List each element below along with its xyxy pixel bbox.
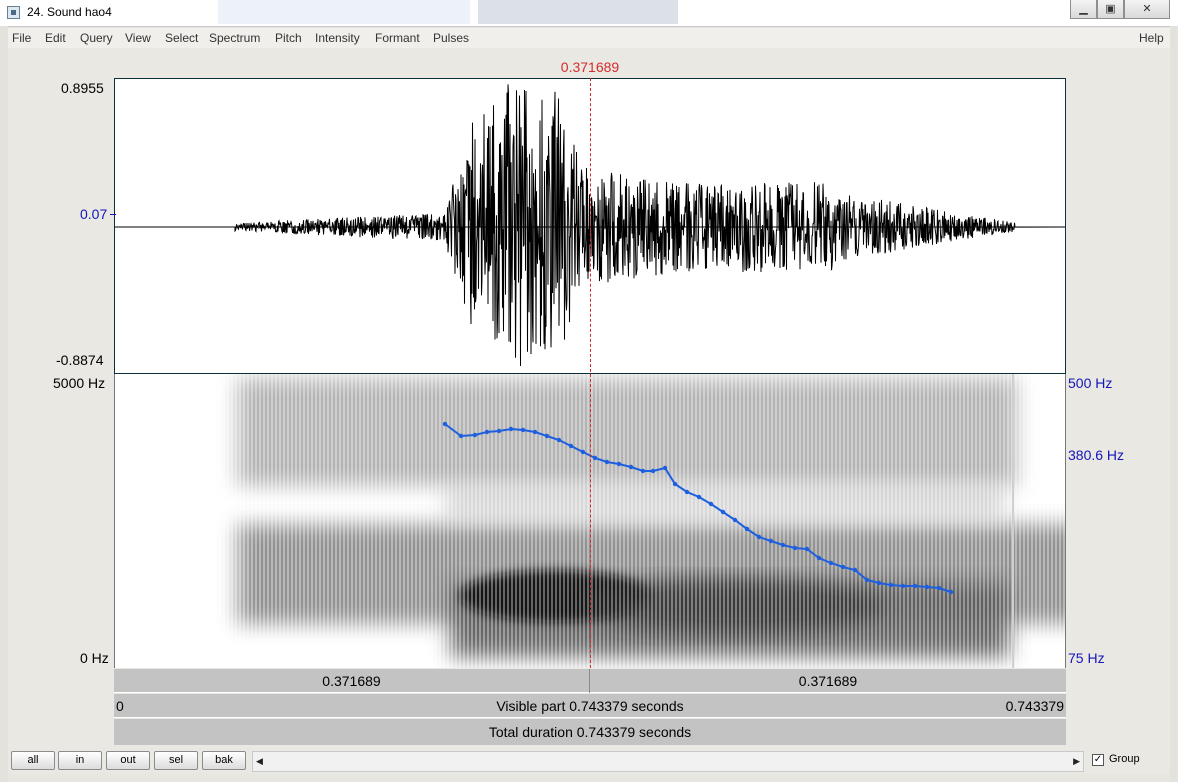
- group-checkbox[interactable]: ✓: [1092, 754, 1104, 766]
- cursor-time-label: 0.371689: [560, 59, 620, 75]
- group-label: Group: [1109, 753, 1140, 765]
- pitch-point: [672, 481, 678, 487]
- pitch-point: [532, 429, 538, 435]
- pitch-point: [662, 465, 668, 471]
- minimize-icon[interactable]: ▁: [1070, 0, 1097, 19]
- pitch-cursor-label: 380.6 Hz: [1068, 447, 1125, 463]
- pitch-point: [888, 582, 894, 588]
- app-icon: [7, 6, 20, 19]
- pitch-point: [496, 428, 502, 434]
- scroll-left-icon[interactable]: ◀: [256, 756, 263, 767]
- spectrogram-top-label: 5000 Hz: [53, 375, 106, 391]
- bottom-toolbar: all in out sel bak ◀ ▶ ✓ Group: [8, 748, 1170, 774]
- pitch-point: [604, 459, 610, 465]
- zoom-back-button[interactable]: bak: [202, 751, 246, 770]
- menu-pitch[interactable]: Pitch: [275, 31, 302, 45]
- pitch-bottom-label: 75 Hz: [1068, 650, 1105, 666]
- pitch-point: [472, 432, 478, 438]
- zoom-in-button[interactable]: in: [58, 751, 102, 770]
- zoom-out-button[interactable]: out: [106, 751, 150, 770]
- background-window-ghost: [478, 0, 678, 24]
- pitch-top-label: 500 Hz: [1068, 375, 1113, 391]
- pitch-point: [544, 433, 550, 439]
- pitch-point: [650, 468, 656, 474]
- pitch-point: [708, 501, 714, 507]
- pitch-point: [640, 468, 646, 474]
- pitch-point: [616, 461, 622, 467]
- pitch-point: [458, 433, 464, 439]
- zoom-selection-button[interactable]: sel: [154, 751, 198, 770]
- menu-view[interactable]: View: [125, 31, 151, 45]
- pitch-point: [756, 534, 762, 540]
- waveform-max-label: 0.8955: [61, 80, 104, 96]
- waveform-mid-tick: [110, 214, 116, 215]
- window-title: 24. Sound hao4: [27, 5, 112, 19]
- visible-part-text[interactable]: Visible part 0.743379 seconds: [114, 694, 1066, 718]
- pitch-point: [840, 564, 846, 570]
- pitch-point: [828, 560, 834, 566]
- pitch-point: [912, 583, 918, 589]
- background-window-ghost: [218, 0, 470, 24]
- pitch-point: [484, 429, 490, 435]
- menu-formant[interactable]: Formant: [375, 31, 420, 45]
- pitch-point: [628, 464, 634, 470]
- pitch-point: [508, 426, 514, 432]
- pitch-point: [580, 449, 586, 455]
- pitch-point: [592, 455, 598, 461]
- pitch-point: [864, 577, 870, 583]
- total-duration-text[interactable]: Total duration 0.743379 seconds: [114, 720, 1066, 744]
- selection-bar[interactable]: 0.371689 0.371689: [114, 669, 1066, 693]
- pitch-point: [876, 580, 882, 586]
- pitch-point: [804, 546, 810, 552]
- pitch-point: [948, 589, 954, 595]
- menu-intensity[interactable]: Intensity: [315, 31, 360, 45]
- right-part-duration[interactable]: 0.371689: [590, 669, 1066, 693]
- window-frame-left: [0, 26, 8, 782]
- zoom-all-button[interactable]: all: [11, 751, 55, 770]
- pitch-point: [744, 526, 750, 532]
- pitch-point: [720, 509, 726, 515]
- left-part-duration[interactable]: 0.371689: [114, 669, 589, 693]
- pitch-point: [568, 443, 574, 449]
- menu-help[interactable]: Help: [1139, 31, 1164, 45]
- pitch-point: [924, 584, 930, 590]
- menu-select[interactable]: Select: [165, 31, 198, 45]
- window-controls: ▁ ▣ ✕: [1070, 0, 1170, 19]
- menu-query[interactable]: Query: [80, 31, 113, 45]
- pitch-point: [792, 545, 798, 551]
- visible-part-bar[interactable]: 0 Visible part 0.743379 seconds 0.743379: [114, 694, 1066, 718]
- waveform-mid-label: 0.07: [80, 206, 108, 222]
- spectrogram-bottom-label: 0 Hz: [80, 650, 109, 666]
- close-icon[interactable]: ✕: [1124, 0, 1170, 19]
- pitch-point: [852, 567, 858, 573]
- menu-pulses[interactable]: Pulses: [433, 31, 469, 45]
- time-scrollbar[interactable]: ◀ ▶: [252, 751, 1084, 772]
- maximize-icon[interactable]: ▣: [1097, 0, 1124, 19]
- cursor-line: [590, 78, 591, 668]
- pitch-point: [900, 583, 906, 589]
- pitch-point: [520, 427, 526, 433]
- menu-file[interactable]: File: [12, 31, 31, 45]
- pitch-point: [780, 542, 786, 548]
- scroll-right-icon[interactable]: ▶: [1073, 756, 1080, 767]
- pitch-point: [556, 437, 562, 443]
- window-frame-right: [1170, 26, 1178, 782]
- praat-sound-window: 24. Sound hao4 ▁ ▣ ✕ File Edit Query Vie…: [0, 0, 1178, 782]
- pitch-point: [732, 517, 738, 523]
- menu-spectrum[interactable]: Spectrum: [209, 31, 260, 45]
- menu-edit[interactable]: Edit: [45, 31, 66, 45]
- pitch-point: [696, 494, 702, 500]
- pitch-point: [768, 538, 774, 544]
- waveform-min-label: -0.8874: [56, 352, 104, 368]
- title-bar: 24. Sound hao4 ▁ ▣ ✕: [0, 0, 1178, 27]
- pitch-point: [442, 421, 448, 427]
- pitch-point: [816, 555, 822, 561]
- pitch-point: [936, 585, 942, 591]
- total-duration-bar[interactable]: Total duration 0.743379 seconds: [114, 719, 1066, 745]
- visible-end-time: 0.743379: [1005, 698, 1064, 714]
- pitch-point: [684, 489, 690, 495]
- menu-bar: File Edit Query View Select Spectrum Pit…: [8, 28, 1170, 49]
